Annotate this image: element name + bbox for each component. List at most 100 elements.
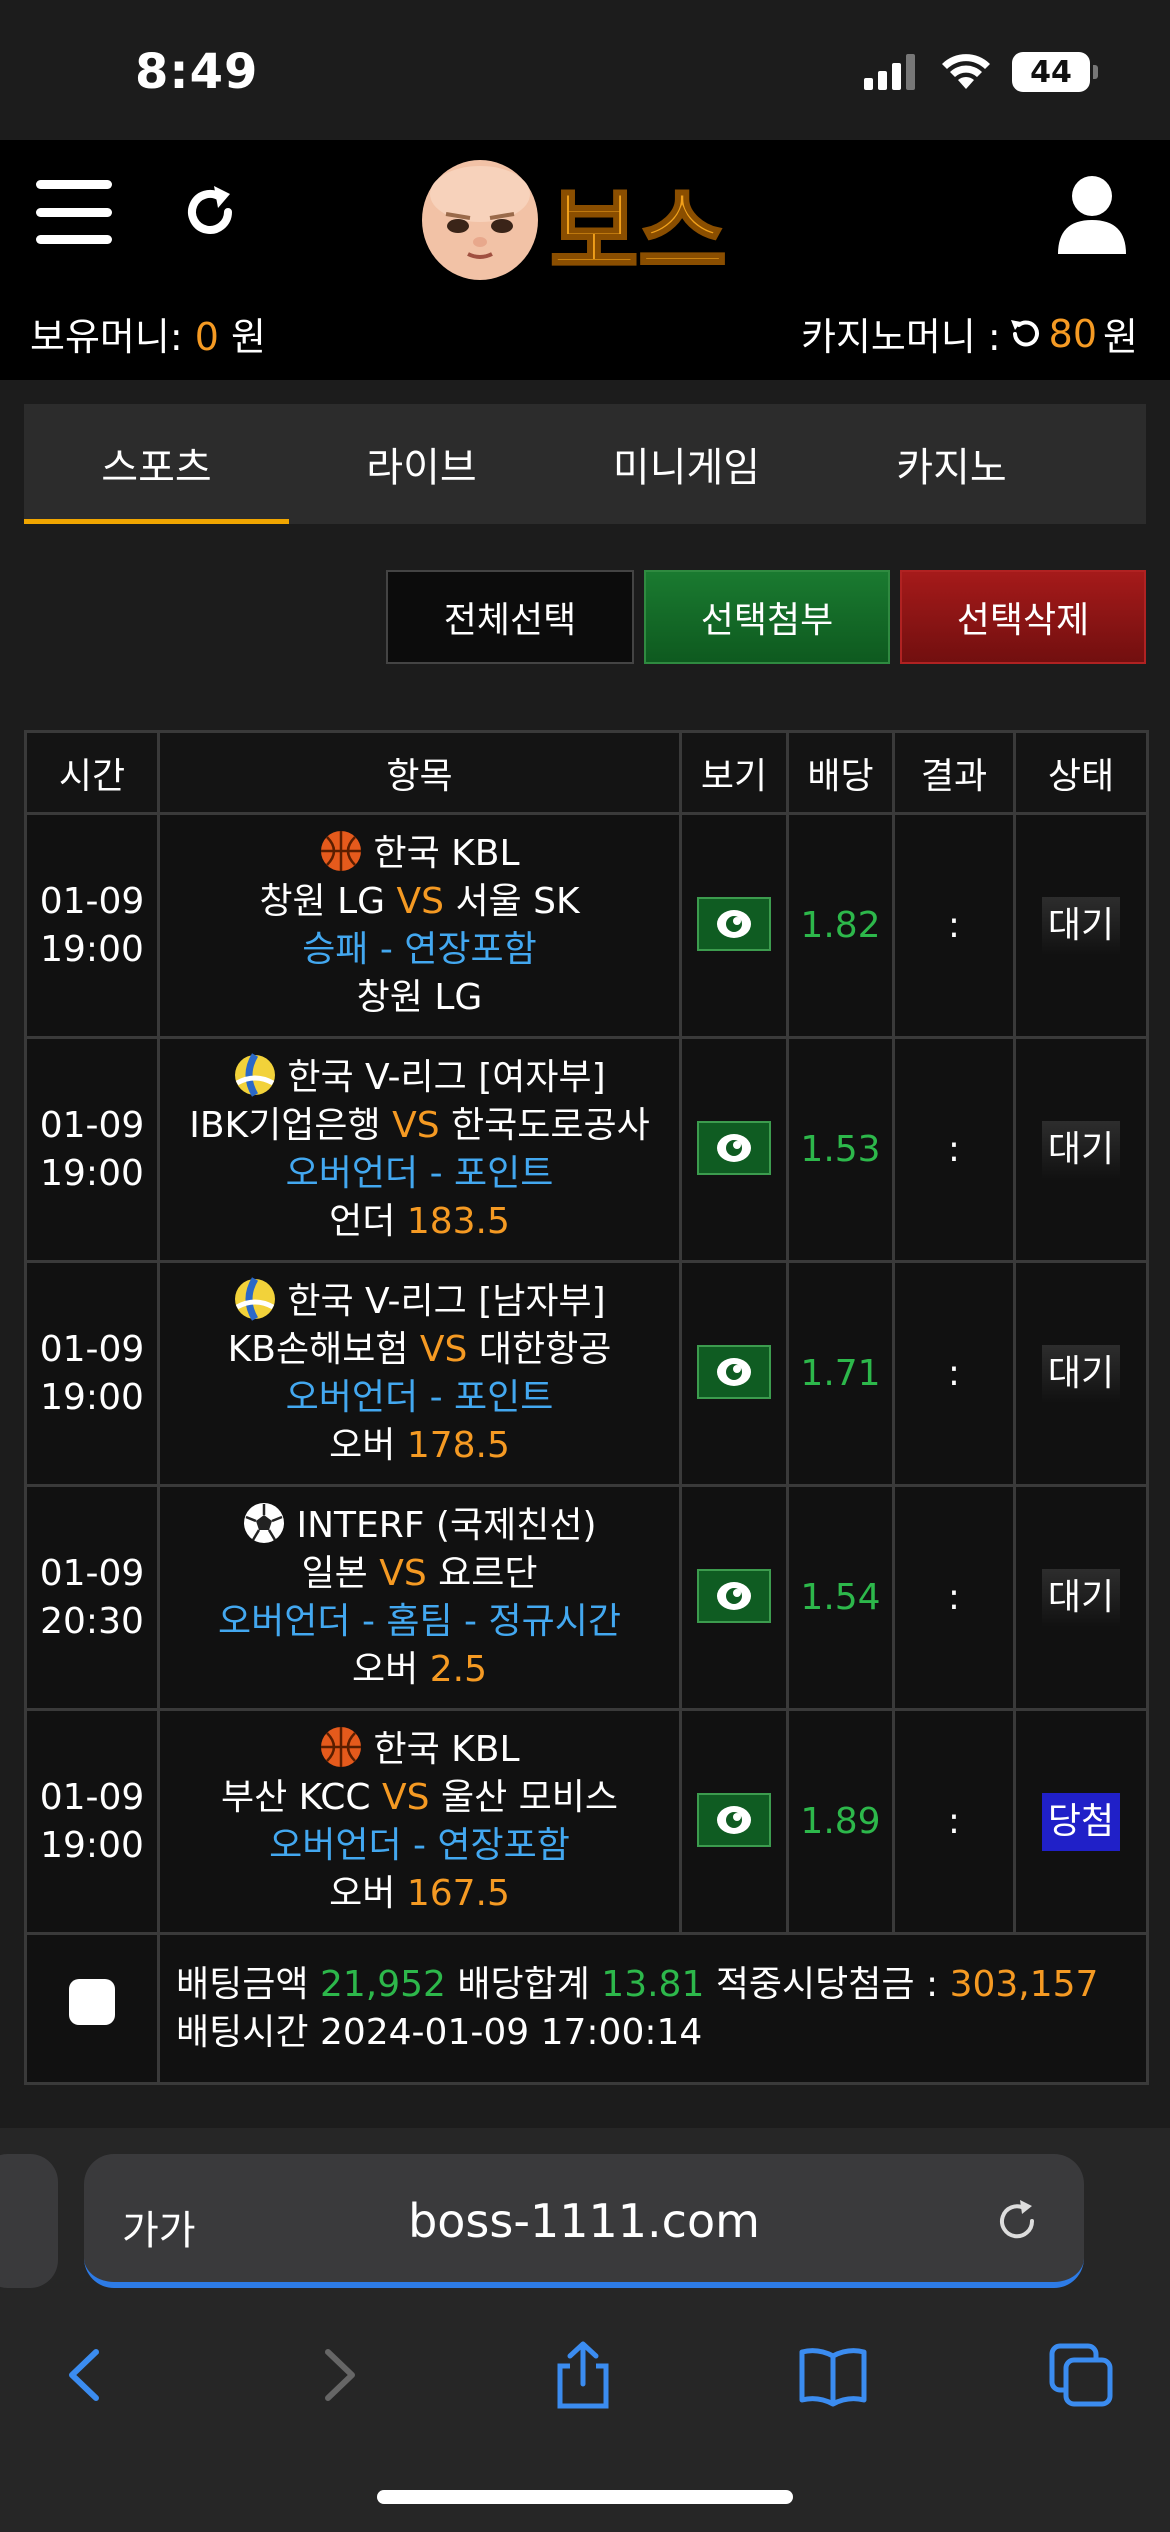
league-name: 한국 V-리그 [남자부] — [287, 1281, 606, 1322]
row-odds: 1.71 — [786, 1260, 895, 1487]
tabs-icon[interactable] — [1046, 2340, 1116, 2410]
match-line: 일본 VS 요르단 — [160, 1550, 679, 1598]
home-team: 부산 KCC — [220, 1777, 371, 1818]
view-eye-icon[interactable] — [697, 1121, 771, 1175]
svg-text:보스: 보스 — [550, 177, 727, 284]
share-icon[interactable] — [548, 2340, 618, 2410]
home-team: 일본 — [301, 1553, 368, 1594]
row-odds: 1.54 — [786, 1484, 895, 1711]
row-hour: 19:00 — [40, 1152, 144, 1194]
row-time: 01-09 19:00 — [24, 1260, 160, 1487]
delete-selected-button[interactable]: 선택삭제 — [900, 570, 1146, 664]
row-status: 대기 — [1013, 1260, 1149, 1487]
reload-icon[interactable] — [990, 2194, 1044, 2248]
cellular-signal-icon — [864, 54, 915, 90]
away-team: 울산 모비스 — [440, 1777, 619, 1818]
pick-label: 오버 — [329, 1425, 396, 1466]
row-item: 한국 V-리그 [남자부] KB손해보험 VS 대한항공 오버언더 - 포인트 오버 … — [157, 1260, 682, 1487]
row-date: 01-09 — [39, 1552, 145, 1594]
home-team: IBK기업은행 — [189, 1105, 381, 1146]
match-line: 창원 LG VS 서울 SK — [160, 878, 679, 926]
holding-money-unit: 원 — [231, 315, 266, 359]
basketball-icon — [321, 1727, 362, 1767]
holding-money-label: 보유머니: — [30, 315, 183, 359]
tab-sports[interactable]: 스포츠 — [24, 404, 289, 524]
row-view — [679, 1708, 789, 1935]
payout-label: 적중시당첨금 : — [715, 1963, 939, 2005]
market-name: 오버언더 - 홈팀 - 정규시간 — [218, 1601, 621, 1642]
soccer-icon — [244, 1503, 285, 1543]
status-badge: 대기 — [1041, 896, 1121, 955]
market-name: 승패 - 연장포함 — [302, 929, 537, 970]
bet-summary-line2: 배팅시간 2024-01-09 17:00:14 — [176, 2009, 1146, 2057]
attach-selected-button[interactable]: 선택첨부 — [644, 570, 890, 664]
url-text[interactable]: boss-1111.com — [84, 2194, 1084, 2248]
pick-line: 언더 183.5 — [160, 1198, 679, 1246]
category-tabs: 스포츠 라이브 미니게임 카지노 — [24, 404, 1146, 524]
select-all-button[interactable]: 전체선택 — [386, 570, 634, 664]
site-header: 보스 보유머니: 0 원 카지노머니 : 80 원 — [0, 140, 1170, 380]
volleyball-icon — [235, 1277, 276, 1321]
casino-money-label: 카지노머니 : — [800, 315, 1001, 359]
row-result: : — [892, 1708, 1016, 1935]
status-badge: 대기 — [1041, 1344, 1121, 1403]
view-eye-icon[interactable] — [697, 1345, 771, 1399]
casino-money-refresh-icon[interactable] — [1007, 316, 1043, 352]
view-eye-icon[interactable] — [697, 897, 771, 951]
refresh-icon[interactable] — [178, 180, 242, 244]
tab-minigame[interactable]: 미니게임 — [554, 404, 819, 524]
hamburger-menu-icon[interactable] — [36, 180, 112, 244]
home-indicator — [377, 2490, 793, 2504]
league-line: INTERF (국제친선) — [160, 1501, 679, 1550]
view-eye-icon[interactable] — [697, 1569, 771, 1623]
user-icon[interactable] — [1056, 174, 1128, 254]
casino-money-value: 80 — [1048, 311, 1098, 356]
tab-casino[interactable]: 카지노 — [819, 404, 1084, 524]
market-name: 오버언더 - 연장포함 — [269, 1825, 570, 1866]
vs-label: VS — [382, 1777, 430, 1818]
league-line: 한국 KBL — [160, 1725, 679, 1774]
row-time: 01-09 19:00 — [24, 1036, 160, 1263]
view-eye-icon[interactable] — [697, 1793, 771, 1847]
row-hour: 19:00 — [40, 1376, 144, 1418]
forward-icon[interactable] — [302, 2340, 372, 2410]
row-date: 01-09 — [39, 880, 145, 922]
table-row: 01-09 19:00 한국 V-리그 [여자부] IBK기업은행 VS 한국도로공사… — [24, 1036, 1149, 1263]
row-status: 대기 — [1013, 1036, 1149, 1263]
bet-select-checkbox[interactable] — [69, 1979, 115, 2025]
away-team: 대한항공 — [478, 1329, 612, 1370]
battery-indicator: 44 — [1012, 52, 1098, 92]
status-icons: 44 — [864, 52, 1098, 92]
market-name: 오버언더 - 포인트 — [285, 1377, 554, 1418]
address-bar[interactable]: 가가 boss-1111.com — [84, 2154, 1084, 2288]
table-row: 01-09 20:30 INTERF (국제친선) 일본 VS 요르단 오버언더 - 홈… — [24, 1484, 1149, 1711]
boss-logo[interactable]: 보스 — [418, 154, 754, 284]
odds-total: 13.81 — [601, 1963, 705, 2005]
league-line: 한국 V-리그 [남자부] — [160, 1277, 679, 1326]
row-hour: 19:00 — [40, 928, 144, 970]
row-view — [679, 1484, 789, 1711]
row-time: 01-09 19:00 — [24, 1708, 160, 1935]
row-odds: 1.82 — [786, 812, 895, 1039]
bet-history-table: 시간 항목 보기 배당 결과 상태 01-09 19:00 한국 KBL 창원 LG … — [24, 730, 1149, 2085]
payout-value: 303,157 — [949, 1963, 1099, 2005]
odds-total-label: 배당합계 — [457, 1963, 590, 2005]
match-line: IBK기업은행 VS 한국도로공사 — [160, 1102, 679, 1150]
row-date: 01-09 — [39, 1328, 145, 1370]
header-view: 보기 — [679, 730, 789, 815]
previous-tab-preview[interactable] — [0, 2154, 58, 2288]
table-row: 01-09 19:00 한국 KBL 창원 LG VS 서울 SK 승패 - 연장포함 창… — [24, 812, 1149, 1039]
basketball-icon — [321, 831, 362, 871]
pick-line: 오버 2.5 — [160, 1646, 679, 1694]
home-team: KB손해보험 — [227, 1329, 409, 1370]
back-icon[interactable] — [52, 2340, 122, 2410]
bookmarks-icon[interactable] — [798, 2340, 868, 2410]
status-badge: 당첨 — [1041, 1792, 1121, 1851]
row-status: 대기 — [1013, 1484, 1149, 1711]
tab-live[interactable]: 라이브 — [289, 404, 554, 524]
table-row: 01-09 19:00 한국 KBL 부산 KCC VS 울산 모비스오버언더 - 연… — [24, 1708, 1149, 1935]
browser-toolbar — [0, 2318, 1170, 2438]
vs-label: VS — [419, 1329, 468, 1370]
pick-label: 창원 LG — [356, 977, 483, 1018]
row-time: 01-09 20:30 — [24, 1484, 160, 1711]
